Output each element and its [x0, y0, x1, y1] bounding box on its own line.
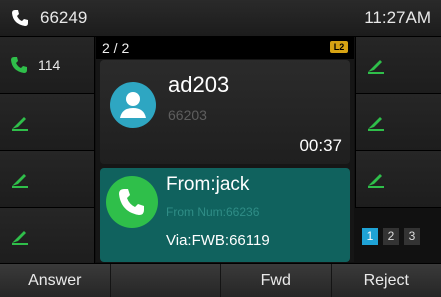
- phone-screen: 66249 11:27AM 114 2 / 2 L2: [0, 0, 441, 296]
- forward-button[interactable]: Fwd: [221, 264, 332, 297]
- line-key-icon: [366, 170, 386, 188]
- page-indicator: 123: [362, 227, 425, 245]
- phone-icon: [10, 8, 30, 28]
- incoming-via: Via:FWB:66119: [166, 232, 270, 249]
- line-key-icon: [10, 227, 30, 245]
- avatar: [110, 82, 156, 128]
- line-key[interactable]: [0, 208, 95, 265]
- answer-call-icon: [106, 176, 158, 228]
- answer-button[interactable]: Answer: [0, 264, 111, 297]
- line-key-icon: [10, 113, 30, 131]
- line-key[interactable]: [355, 94, 441, 151]
- incoming-call-card[interactable]: From:jack From Num:66236 Via:FWB:66119: [100, 168, 350, 262]
- account-number: 66249: [40, 8, 87, 28]
- line-key-icon: [10, 170, 30, 188]
- line-key-icon: [366, 56, 386, 74]
- line-key[interactable]: [355, 37, 441, 94]
- line-key-icon: [366, 113, 386, 131]
- clock: 11:27AM: [364, 8, 431, 28]
- softkey-bar: Answer Fwd Reject: [0, 263, 441, 297]
- page-2[interactable]: 2: [383, 228, 399, 245]
- line-key-114[interactable]: 114: [0, 37, 95, 94]
- contact-icon: [110, 82, 156, 128]
- left-line-keys: 114: [0, 37, 95, 265]
- line-badge: L2: [330, 41, 348, 53]
- line-key[interactable]: [0, 94, 95, 151]
- caller-name: ad203: [168, 72, 229, 98]
- call-icon: [10, 56, 30, 74]
- call-panel-header: 2 / 2 L2: [96, 37, 354, 59]
- empty-softkey[interactable]: [111, 264, 222, 297]
- call-panel: 2 / 2 L2 ad203 66203 00:37 From:jack Fro…: [96, 37, 354, 262]
- incoming-from: From:jack: [166, 174, 249, 196]
- status-bar: 66249 11:27AM: [0, 0, 441, 37]
- right-line-keys: [355, 37, 441, 208]
- reject-button[interactable]: Reject: [332, 264, 441, 297]
- line-key-label: 114: [38, 57, 60, 73]
- call-count: 2 / 2: [102, 40, 129, 56]
- line-key[interactable]: [355, 151, 441, 208]
- page-1[interactable]: 1: [362, 228, 378, 245]
- call-duration: 00:37: [299, 136, 342, 156]
- page-3[interactable]: 3: [404, 228, 420, 245]
- line-key[interactable]: [0, 151, 95, 208]
- active-call-card[interactable]: ad203 66203 00:37: [100, 60, 350, 164]
- caller-number: 66203: [168, 107, 207, 123]
- phone-icon: [106, 176, 158, 228]
- incoming-from-number: From Num:66236: [166, 205, 259, 219]
